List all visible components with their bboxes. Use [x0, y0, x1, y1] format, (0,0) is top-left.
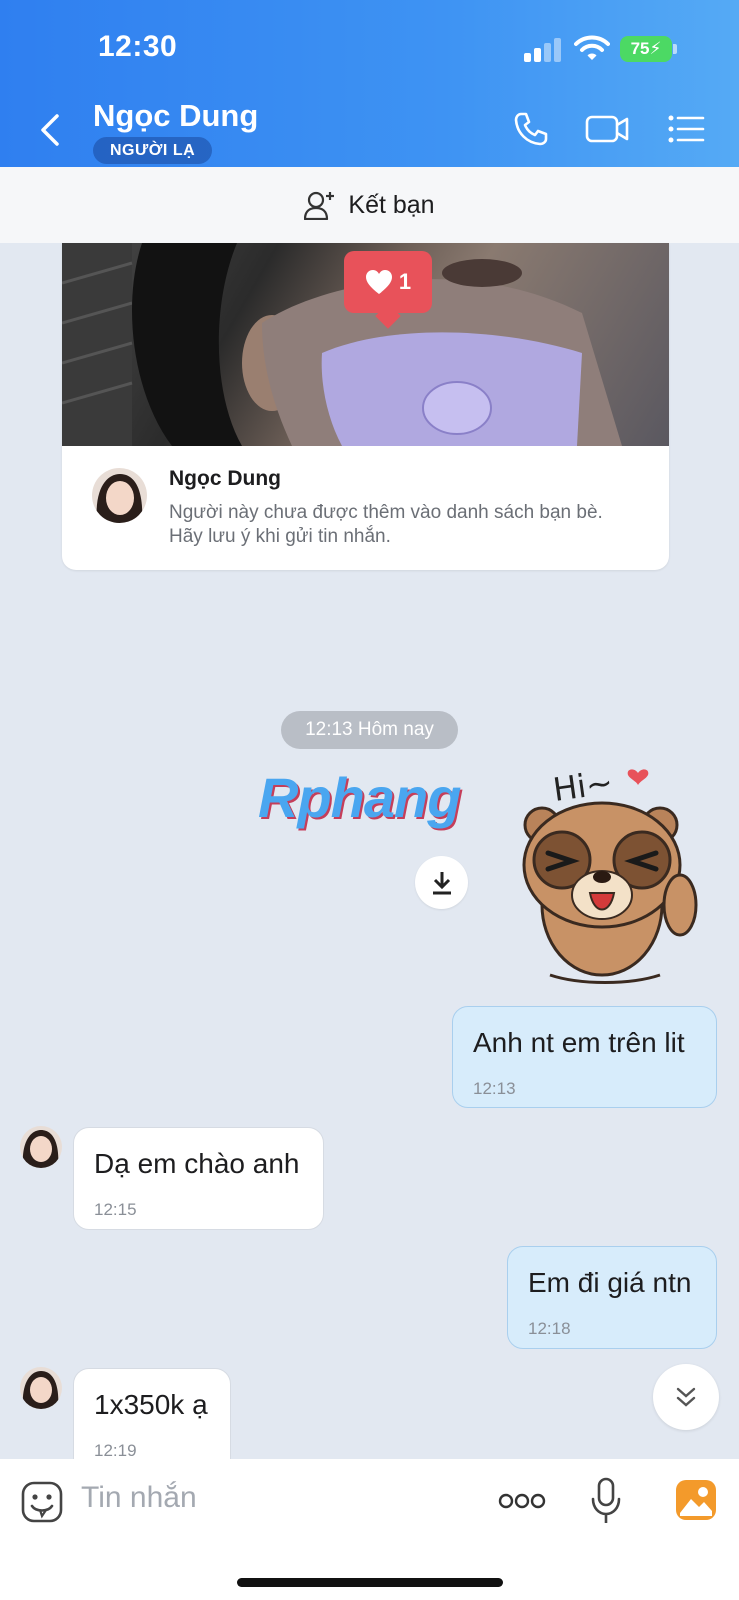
menu-list-icon — [668, 115, 705, 143]
wifi-icon — [574, 34, 610, 62]
message-time: 12:15 — [94, 1200, 137, 1219]
card-contact-name: Ngọc Dung — [169, 467, 281, 490]
message-time: 12:19 — [94, 1441, 137, 1460]
home-indicator — [237, 1578, 503, 1587]
message-bubble-sent[interactable]: Em đi giá ntn 12:18 — [507, 1246, 717, 1349]
avatar[interactable] — [20, 1126, 62, 1168]
photo-gallery-button[interactable] — [675, 1479, 717, 1521]
message-time: 12:18 — [528, 1319, 571, 1338]
battery-cap — [673, 44, 677, 54]
chat-options-button[interactable] — [666, 106, 706, 152]
like-button[interactable]: 1 — [344, 251, 432, 313]
double-chevron-down-icon — [676, 1387, 696, 1407]
download-sticker-button[interactable] — [415, 856, 468, 909]
video-call-button[interactable] — [584, 106, 630, 152]
heart-icon — [365, 270, 392, 294]
add-friend-label: Kết bạn — [348, 190, 435, 219]
message-text: Anh nt em trên lit — [473, 1027, 685, 1058]
like-count: 1 — [398, 269, 412, 294]
message-bubble-received[interactable]: Dạ em chào anh 12:15 — [73, 1127, 324, 1230]
video-call-icon — [585, 115, 629, 143]
message-input[interactable]: Tin nhắn — [81, 1481, 197, 1515]
sticker-emoji-icon — [21, 1481, 63, 1523]
chat-header: 12:30 75⚡ Ngọc Dung NGƯỜI LẠ — [0, 0, 739, 167]
message-text: 1x350k ạ — [94, 1389, 208, 1420]
cellular-signal-icon — [524, 38, 562, 62]
back-button[interactable] — [30, 108, 70, 152]
profile-cover-photo[interactable]: 1 — [62, 243, 669, 446]
stranger-warning-text: Người này chưa được thêm vào danh sách b… — [169, 502, 603, 547]
stranger-profile-card[interactable]: 1 Ngọc Dung Người này chưa được thêm vào… — [62, 243, 669, 570]
date-separator: 12:13 Hôm nay — [281, 711, 458, 749]
add-friend-button[interactable]: Kết bạn — [0, 167, 739, 243]
message-bubble-sent[interactable]: Anh nt em trên lit 12:13 — [452, 1006, 717, 1108]
avatar[interactable] — [92, 468, 147, 523]
battery-indicator: 75⚡ — [620, 36, 672, 62]
microphone-icon — [591, 1477, 621, 1523]
image-gallery-icon — [676, 1480, 716, 1520]
emoji-button[interactable] — [20, 1480, 64, 1524]
bear-sticker[interactable] — [520, 765, 715, 995]
download-icon — [432, 871, 451, 894]
watermark-logo: Rphang — [258, 766, 461, 829]
add-user-icon — [304, 191, 335, 220]
message-time: 12:13 — [473, 1079, 516, 1098]
scroll-to-bottom-button[interactable] — [653, 1364, 719, 1430]
status-time: 12:30 — [98, 30, 178, 63]
more-options-button[interactable] — [498, 1489, 546, 1513]
more-dots-icon — [498, 1493, 546, 1509]
voice-message-button[interactable] — [590, 1477, 622, 1525]
phone-icon — [514, 112, 548, 146]
message-text: Dạ em chào anh — [94, 1148, 300, 1179]
message-text: Em đi giá ntn — [528, 1267, 692, 1298]
voice-call-button[interactable] — [508, 106, 554, 152]
back-icon — [41, 114, 59, 146]
contact-name[interactable]: Ngọc Dung — [93, 98, 258, 134]
stranger-badge: NGƯỜI LẠ — [93, 137, 213, 164]
avatar[interactable] — [20, 1367, 62, 1409]
